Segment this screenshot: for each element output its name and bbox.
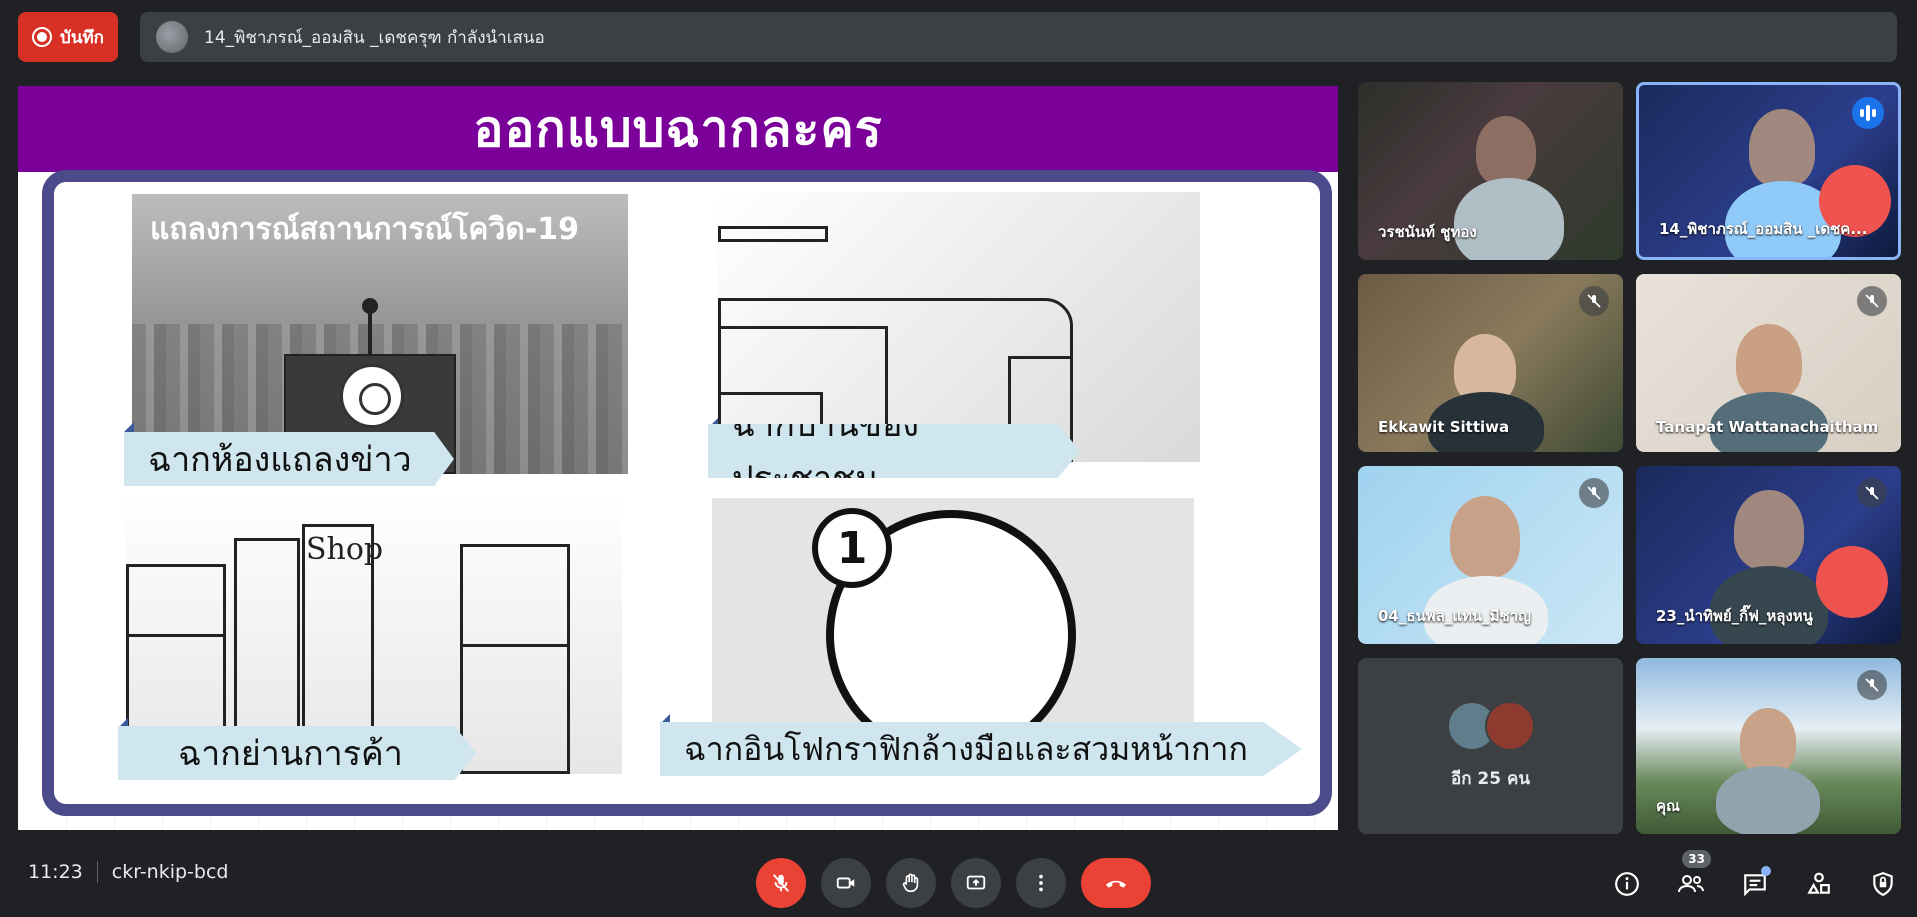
participant-video bbox=[1476, 116, 1536, 186]
meeting-info-button[interactable] bbox=[1605, 862, 1649, 906]
press-room-overlay-text: แถลงการณ์สถานการณ์โควิด-19 bbox=[150, 212, 579, 247]
participant-video bbox=[1740, 708, 1796, 774]
participant-name: Ekkawit Sittiwa bbox=[1378, 418, 1510, 436]
scene-house-image bbox=[718, 192, 1200, 462]
camera-icon bbox=[836, 877, 855, 889]
participant-video bbox=[1749, 109, 1815, 187]
participant-tile[interactable]: 04_ธนพล_แทน_มีชาญ bbox=[1358, 466, 1623, 644]
presenting-banner: 14_พิชาภรณ์_ออมสิน _เดชครุฑ กำลังนำเสนอ bbox=[140, 12, 1897, 62]
people-count-badge: 33 bbox=[1682, 850, 1711, 868]
speaking-indicator-icon bbox=[1852, 97, 1884, 129]
present-screen-icon bbox=[966, 875, 986, 890]
participant-tile[interactable]: Ekkawit Sittiwa bbox=[1358, 274, 1623, 452]
record-button[interactable]: บันทึก bbox=[18, 12, 118, 62]
scene-caption-market: ฉากย่านการค้า bbox=[118, 726, 476, 780]
participant-name: คุณ bbox=[1656, 797, 1680, 815]
ministry-emblem-icon bbox=[340, 364, 404, 428]
more-vert-icon bbox=[1039, 874, 1043, 892]
participant-video bbox=[1450, 496, 1520, 578]
divider bbox=[96, 861, 98, 883]
floor-line bbox=[126, 634, 226, 637]
mic-off-icon bbox=[1857, 286, 1887, 316]
people-icon bbox=[1678, 875, 1704, 893]
slide-title: ออกแบบฉากละคร bbox=[473, 99, 883, 158]
participant-tile[interactable]: 23_นำทิพย์_กิ๊ฟ_หลุงหนู bbox=[1636, 466, 1901, 644]
present-screen-button[interactable] bbox=[951, 858, 1001, 908]
participant-name: 04_ธนพล_แทน_มีชาญ bbox=[1378, 607, 1531, 625]
participant-name: 14_พิชาภรณ์_ออมสิน _เดชค... bbox=[1659, 220, 1868, 238]
scene-caption-press-room: ฉากห้องแถลงข่าว bbox=[124, 432, 454, 486]
meeting-details: 11:23 ckr-nkip-bcd bbox=[28, 861, 228, 883]
meeting-code: ckr-nkip-bcd bbox=[111, 861, 229, 883]
floor-line bbox=[460, 644, 570, 647]
shelf-line bbox=[718, 226, 828, 242]
record-icon bbox=[32, 27, 53, 47]
participant-video bbox=[1734, 490, 1804, 570]
participant-name: Tanapat Wattanachaitham bbox=[1656, 418, 1879, 436]
activities-button[interactable] bbox=[1797, 862, 1841, 906]
info-icon bbox=[1615, 872, 1639, 896]
shared-screen: ออกแบบฉากละคร แถลงการณ์สถานการณ์โควิด-19… bbox=[18, 86, 1338, 830]
avatar bbox=[1484, 700, 1535, 751]
mic-off-icon bbox=[1579, 286, 1609, 316]
microphone-stand bbox=[368, 304, 372, 354]
virus-sticker bbox=[1816, 546, 1888, 618]
mic-off-icon bbox=[1857, 478, 1887, 508]
participant-tile[interactable]: วรชนันท์ ชูทอง bbox=[1358, 82, 1623, 260]
participant-tile-active-speaker[interactable]: 14_พิชาภรณ์_ออมสิน _เดชค... bbox=[1636, 82, 1901, 260]
camera-toggle-button[interactable] bbox=[821, 858, 871, 908]
call-controls bbox=[756, 858, 1151, 908]
participant-video-body bbox=[1716, 766, 1820, 834]
more-options-button[interactable] bbox=[1016, 858, 1066, 908]
host-controls-icon bbox=[1873, 872, 1893, 897]
clock-time: 11:23 bbox=[28, 861, 83, 883]
mic-toggle-button[interactable] bbox=[756, 858, 806, 908]
raise-hand-button[interactable] bbox=[886, 858, 936, 908]
building-right bbox=[460, 544, 570, 774]
others-avatar-stack bbox=[1446, 700, 1535, 751]
raise-hand-icon bbox=[902, 873, 919, 893]
more-participants-label: อีก 25 คน bbox=[1451, 768, 1530, 789]
more-participants-tile[interactable]: อีก 25 คน bbox=[1358, 658, 1623, 834]
record-label: บันทึก bbox=[60, 27, 104, 48]
mic-off-icon bbox=[772, 874, 790, 892]
participant-video-body bbox=[1454, 178, 1564, 260]
participant-video bbox=[1736, 324, 1802, 400]
participant-tile[interactable]: Tanapat Wattanachaitham bbox=[1636, 274, 1901, 452]
unread-dot bbox=[1761, 866, 1771, 876]
chat-button[interactable] bbox=[1733, 862, 1777, 906]
participant-name: 23_นำทิพย์_กิ๊ฟ_หลุงหนู bbox=[1656, 607, 1813, 625]
self-view-tile[interactable]: คุณ bbox=[1636, 658, 1901, 834]
scene-caption-infographic: ฉากอินโฟกราฟิกล้างมือและสวมหน้ากาก bbox=[660, 722, 1302, 776]
mic-off-icon bbox=[1579, 478, 1609, 508]
activities-icon bbox=[1807, 872, 1830, 894]
step-number-badge: 1 bbox=[812, 508, 892, 588]
slide-header: ออกแบบฉากละคร bbox=[18, 86, 1338, 172]
mic-off-icon bbox=[1857, 670, 1887, 700]
end-call-button[interactable] bbox=[1081, 858, 1151, 908]
presenting-text: 14_พิชาภรณ์_ออมสิน _เดชครุฑ กำลังนำเสนอ bbox=[204, 27, 545, 48]
side-panel-controls: 33 bbox=[1605, 850, 1905, 906]
end-call-icon bbox=[1105, 880, 1127, 888]
people-button[interactable]: 33 bbox=[1669, 850, 1713, 906]
participant-name: วรชนันท์ ชูทอง bbox=[1378, 223, 1477, 241]
host-controls-button[interactable] bbox=[1861, 862, 1905, 906]
presenter-avatar bbox=[156, 21, 188, 53]
scene-caption-house: ฉากบ้านของประชาชน bbox=[708, 424, 1080, 478]
caption-corner bbox=[124, 422, 134, 432]
shop-sign: Shop bbox=[306, 532, 384, 567]
